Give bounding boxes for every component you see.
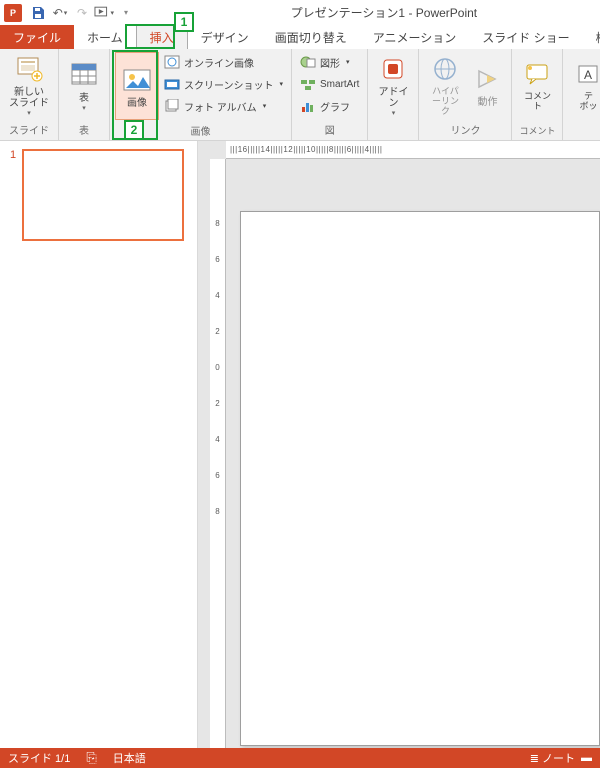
picture-button[interactable]: 画像	[115, 52, 159, 120]
chart-icon	[300, 98, 316, 114]
ribbon-group-illustrations: 図形▾ SmartArt グラフ 図	[292, 49, 368, 140]
status-spellcheck-icon[interactable]: ⎘	[86, 750, 96, 766]
save-icon[interactable]	[28, 3, 48, 23]
dropdown-arrow-icon: ▾	[82, 104, 86, 112]
tab-file[interactable]: ファイル	[0, 25, 74, 49]
online-pictures-icon	[164, 54, 180, 70]
ribbon: 新しい スライド ▾ スライド 表 ▾ 表 画像	[0, 49, 600, 141]
ribbon-group-text: A テ ボッ	[563, 49, 600, 140]
slide-canvas[interactable]	[240, 211, 600, 746]
tutorial-callout-1: 1	[174, 12, 194, 32]
comment-icon	[521, 58, 553, 90]
quick-access-toolbar: ↶▾ ↷ ▾ ▾	[28, 3, 136, 23]
ribbon-group-slides: 新しい スライド ▾ スライド	[0, 49, 59, 140]
dropdown-arrow-icon: ▾	[27, 109, 31, 117]
chart-button[interactable]: グラフ	[296, 95, 363, 117]
ribbon-tabs: ファイル ホーム 挿入 デザイン 画面切り替え アニメーション スライド ショー…	[0, 25, 600, 49]
screenshot-icon	[164, 76, 180, 92]
status-language[interactable]: 日本語	[113, 750, 146, 766]
tutorial-callout-2: 2	[124, 120, 144, 140]
notes-toggle[interactable]: ≣ ノート	[530, 750, 575, 766]
hyperlink-button[interactable]: ハイパーリンク	[423, 51, 467, 119]
table-button[interactable]: 表 ▾	[63, 51, 105, 119]
action-button[interactable]: 動作	[467, 51, 507, 119]
vertical-ruler: 8 6 4 2 0 2 4 6 8	[210, 159, 226, 748]
slide-thumbnail[interactable]	[22, 149, 184, 241]
ribbon-group-table: 表 ▾ 表	[59, 49, 110, 140]
tab-review[interactable]: 校閲	[583, 25, 600, 49]
status-bar: スライド 1/1 ⎘ 日本語 ≣ ノート ▬	[0, 748, 600, 768]
online-pictures-button[interactable]: オンライン画像	[160, 51, 287, 73]
tab-transitions[interactable]: 画面切り替え	[262, 25, 360, 49]
svg-text:A: A	[584, 68, 592, 82]
horizontal-ruler: |||16|||||14|||||12|||||10|||||8|||||6||…	[226, 141, 600, 159]
action-icon	[471, 63, 503, 95]
slide-number: 1	[10, 149, 16, 241]
tab-home[interactable]: ホーム	[74, 25, 136, 49]
new-slide-icon	[13, 53, 45, 85]
picture-icon	[121, 64, 153, 96]
comment-button[interactable]: コメント	[516, 51, 558, 119]
screenshot-button[interactable]: スクリーンショット▾	[160, 73, 287, 95]
smartart-icon	[300, 76, 316, 92]
textbox-button[interactable]: A テ ボッ	[567, 51, 600, 119]
shapes-button[interactable]: 図形▾	[296, 51, 363, 73]
window-title: プレゼンテーション1 - PowerPoint	[291, 4, 477, 21]
tab-animations[interactable]: アニメーション	[360, 25, 470, 49]
table-icon	[68, 59, 100, 91]
comments-toggle-icon[interactable]: ▬	[581, 752, 592, 764]
photo-album-button[interactable]: フォト アルバム▾	[160, 95, 287, 117]
ribbon-group-links: ハイパーリンク 動作 リンク	[419, 49, 512, 140]
smartart-button[interactable]: SmartArt	[296, 73, 363, 95]
powerpoint-app-icon: P	[4, 4, 22, 22]
addin-icon	[377, 53, 409, 85]
shapes-icon	[300, 54, 316, 70]
redo-icon[interactable]: ↷	[72, 3, 92, 23]
hyperlink-icon	[429, 53, 461, 85]
new-slide-button[interactable]: 新しい スライド ▾	[4, 51, 54, 119]
slide-thumbnail-item[interactable]: 1	[10, 149, 187, 241]
start-from-beginning-icon[interactable]: ▾	[94, 3, 114, 23]
slide-edit-area: |||16|||||14|||||12|||||10|||||8|||||6||…	[198, 141, 600, 748]
customize-qat-icon[interactable]: ▾	[116, 3, 136, 23]
textbox-icon: A	[572, 58, 600, 90]
workspace: 1 |||16|||||14|||||12|||||10|||||8|||||6…	[0, 141, 600, 748]
ribbon-group-addin: アドイ ン ▾	[368, 49, 419, 140]
dropdown-arrow-icon: ▾	[392, 109, 396, 117]
photo-album-icon	[164, 98, 180, 114]
status-slide-count[interactable]: スライド 1/1	[8, 750, 70, 766]
slide-thumbnail-panel: 1	[0, 141, 198, 748]
ribbon-group-comments: コメント コメント	[512, 49, 563, 140]
tab-slideshow[interactable]: スライド ショー	[469, 25, 582, 49]
tab-design[interactable]: デザイン	[188, 25, 262, 49]
title-bar: P ↶▾ ↷ ▾ ▾ プレゼンテーション1 - PowerPoint	[0, 0, 600, 25]
addin-button[interactable]: アドイ ン ▾	[372, 51, 414, 119]
undo-icon[interactable]: ↶▾	[50, 3, 70, 23]
